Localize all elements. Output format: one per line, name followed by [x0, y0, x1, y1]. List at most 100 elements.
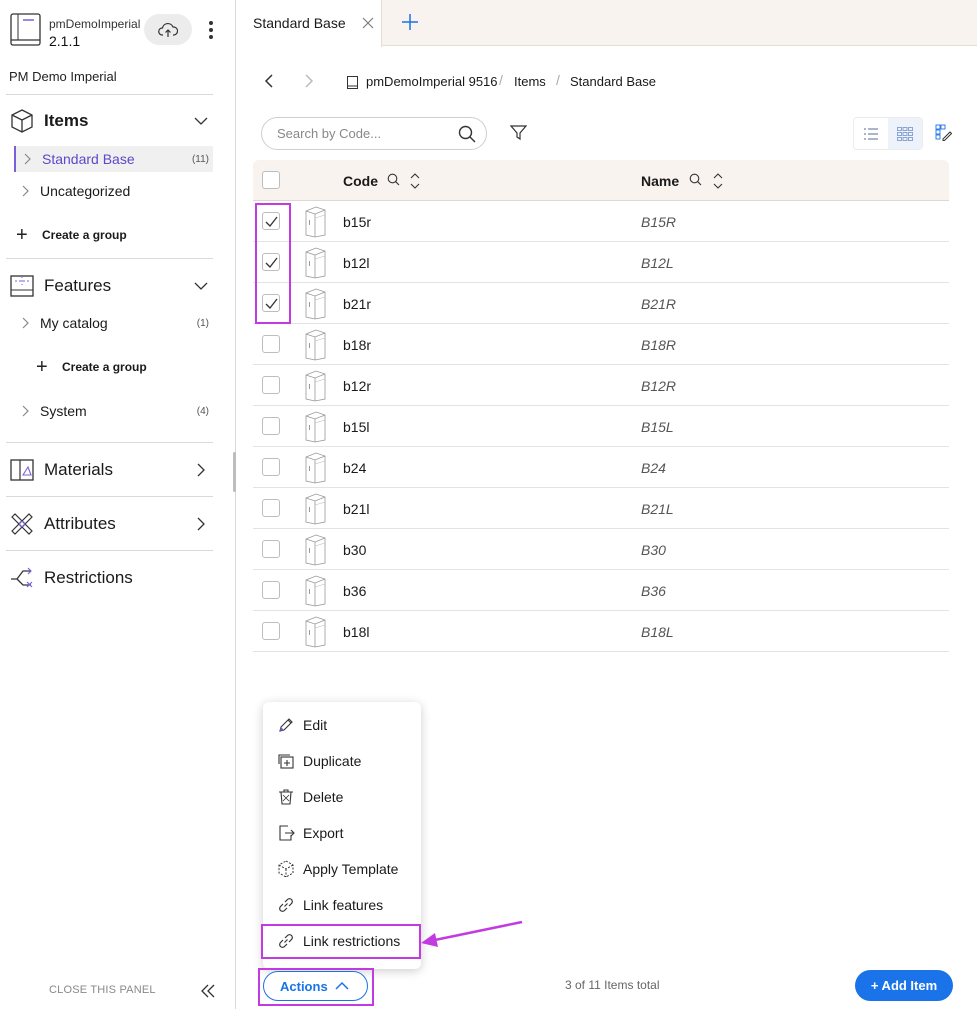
back-arrow-icon[interactable] [262, 73, 276, 89]
chevron-right-icon[interactable] [193, 516, 209, 532]
section-restrictions[interactable]: Restrictions [6, 558, 213, 598]
table-row[interactable]: b36 B36 [253, 570, 949, 611]
row-checkbox[interactable] [262, 540, 280, 558]
item-code: b18r [343, 337, 372, 353]
create-group-button[interactable]: + Create a group [16, 224, 127, 246]
item-name: B21R [641, 296, 677, 312]
row-checkbox[interactable] [262, 581, 280, 599]
section-label: Restrictions [44, 568, 133, 587]
select-all-checkbox[interactable] [262, 171, 280, 189]
section-materials[interactable]: Materials [6, 450, 213, 490]
close-panel-link[interactable]: CLOSE THIS PANEL [49, 984, 156, 996]
plus-icon: + [16, 224, 28, 246]
close-icon[interactable] [362, 17, 374, 29]
row-checkbox[interactable] [262, 335, 280, 353]
row-checkbox[interactable] [262, 499, 280, 517]
chevron-right-icon [24, 153, 31, 165]
row-checkbox[interactable] [262, 622, 280, 640]
forward-arrow-icon[interactable] [302, 73, 316, 89]
section-items[interactable]: Items [6, 101, 213, 141]
sidebar-item-label: System [40, 403, 87, 419]
grid-view-button[interactable] [888, 118, 922, 149]
breadcrumb-items[interactable]: Items [514, 74, 546, 89]
divider [6, 258, 213, 259]
row-checkbox[interactable] [262, 458, 280, 476]
chevron-right-icon [22, 405, 29, 417]
menu-item-label: Export [303, 825, 344, 841]
table-row[interactable]: b21r B21R [253, 283, 949, 324]
add-tab-icon[interactable] [400, 12, 420, 32]
sort-icon[interactable] [409, 171, 421, 191]
menu-item-apply-template[interactable]: Apply Template [263, 854, 421, 884]
chevron-down-icon[interactable] [193, 113, 209, 129]
chevron-right-icon[interactable] [193, 462, 209, 478]
divider [6, 496, 213, 497]
search-input[interactable] [277, 126, 447, 141]
section-features[interactable]: Features [6, 266, 213, 306]
panel-resize-handle[interactable] [233, 452, 236, 492]
item-code: b18l [343, 624, 370, 640]
add-item-button[interactable]: + Add Item [855, 970, 953, 1001]
search-icon[interactable] [387, 173, 400, 186]
list-view-button[interactable] [854, 118, 888, 149]
restrictions-icon [11, 567, 33, 588]
menu-item-edit[interactable]: Edit [263, 710, 421, 740]
breadcrumb-current: Standard Base [570, 74, 657, 89]
duplicate-icon [278, 754, 294, 769]
sidebar-item-label: Uncategorized [40, 183, 131, 199]
table-row[interactable]: b15r B15R [253, 201, 949, 242]
menu-item-export[interactable]: Export [263, 818, 421, 848]
item-count: (11) [191, 153, 209, 165]
breadcrumb-separator: / [499, 72, 503, 88]
table-row[interactable]: b18l B18L [253, 611, 949, 652]
item-code: b15r [343, 214, 372, 230]
menu-item-label: Link features [303, 897, 384, 913]
table-row[interactable]: b18r B18R [253, 324, 949, 365]
sidebar-item-standard-base[interactable]: Standard Base (11) [14, 146, 213, 172]
sidebar-item-uncategorized[interactable]: Uncategorized [14, 178, 213, 204]
table-row[interactable]: b15l B15L [253, 406, 949, 447]
search-icon[interactable] [689, 173, 702, 186]
row-checkbox[interactable] [262, 417, 280, 435]
menu-item-duplicate[interactable]: Duplicate [263, 746, 421, 776]
double-chevron-left-icon[interactable] [199, 983, 217, 999]
section-label: Attributes [44, 514, 116, 533]
item-name: B12L [641, 255, 674, 271]
table-row[interactable]: b12r B12R [253, 365, 949, 406]
section-attributes[interactable]: Attributes [6, 504, 213, 544]
item-thumbnail [301, 287, 327, 320]
column-header-code[interactable]: Code [343, 173, 378, 189]
item-name: B18R [641, 337, 677, 353]
item-thumbnail [301, 328, 327, 361]
row-checkbox[interactable] [262, 376, 280, 394]
sidebar-item-system[interactable]: System (4) [14, 398, 213, 424]
search-icon[interactable] [458, 125, 476, 143]
edit-columns-icon[interactable] [935, 124, 952, 141]
section-label: Items [44, 111, 89, 130]
list-view-icon [864, 127, 878, 140]
sort-icon[interactable] [712, 171, 724, 191]
filter-icon[interactable] [510, 124, 527, 141]
grid-view-icon [897, 126, 913, 141]
more-options-icon[interactable] [205, 19, 217, 41]
item-thumbnail [301, 369, 327, 402]
sidebar-item-my-catalog[interactable]: My catalog (1) [14, 310, 213, 336]
app-version: 2.1.1 [49, 33, 81, 49]
create-group-button[interactable]: + Create a group [36, 356, 147, 378]
menu-item-delete[interactable]: Delete [263, 782, 421, 812]
cloud-upload-button[interactable] [144, 14, 192, 45]
chevron-down-icon[interactable] [193, 278, 209, 294]
table-row[interactable]: b24 B24 [253, 447, 949, 488]
menu-item-link-features[interactable]: Link features [263, 890, 421, 920]
column-header-name[interactable]: Name [641, 173, 679, 189]
breadcrumb-catalog[interactable]: pmDemoImperial 9516 [366, 74, 498, 89]
table-row[interactable]: b21l B21L [253, 488, 949, 529]
item-thumbnail [301, 492, 327, 525]
actions-button[interactable]: Actions [263, 971, 368, 1001]
trash-icon [279, 789, 293, 805]
table-row[interactable]: b12l B12L [253, 242, 949, 283]
tab-standard-base[interactable]: Standard Base [237, 0, 382, 47]
item-count: (1) [196, 317, 209, 329]
create-group-label: Create a group [62, 360, 147, 374]
table-row[interactable]: b30 B30 [253, 529, 949, 570]
